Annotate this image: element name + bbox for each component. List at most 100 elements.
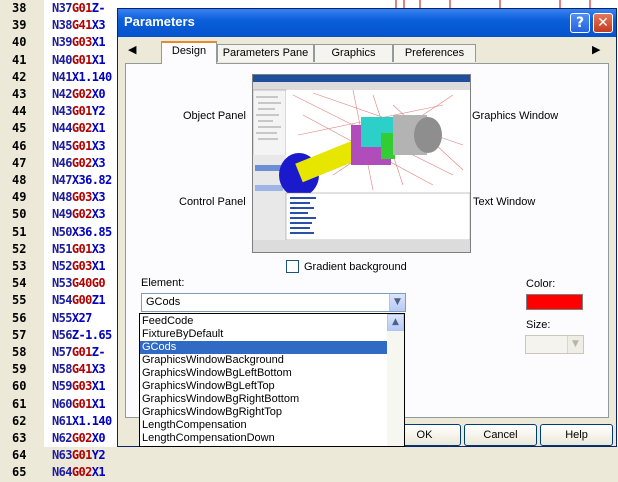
- code-token: N64: [52, 465, 72, 480]
- control-panel-label[interactable]: Control Panel: [179, 196, 246, 208]
- code-text: N54G00Z1: [52, 293, 106, 308]
- code-line[interactable]: 65 N64G02X1: [0, 465, 160, 482]
- line-number: 65: [12, 465, 27, 480]
- gradient-background-checkbox[interactable]: [286, 260, 299, 273]
- object-panel-label[interactable]: Object Panel: [183, 110, 246, 122]
- element-select-value: GCods: [146, 296, 181, 308]
- dialog-titlebar[interactable]: Parameters ? ✕: [118, 9, 616, 37]
- code-token: G01: [71, 241, 92, 256]
- code-token: G00: [71, 293, 92, 308]
- code-token: X1: [91, 259, 106, 273]
- line-number: 45: [12, 121, 27, 136]
- code-text: N49G02X3: [52, 207, 106, 222]
- code-text: N64G02X1: [52, 465, 106, 480]
- code-token: N38: [52, 18, 72, 33]
- chevron-down-icon[interactable]: ▼: [389, 294, 405, 311]
- line-number: 51: [12, 224, 27, 239]
- code-text: N48G03X3: [52, 190, 106, 205]
- cancel-button[interactable]: Cancel: [464, 424, 537, 446]
- tab-parameters-pane[interactable]: Parameters Pane: [217, 44, 314, 62]
- line-number: 40: [12, 35, 27, 50]
- line-number: 49: [12, 190, 27, 205]
- code-text: N61X1.140: [52, 414, 112, 428]
- dropdown-option[interactable]: GraphicsWindowBgLeftBottom: [140, 367, 388, 380]
- code-token: N49: [52, 207, 72, 222]
- dropdown-option[interactable]: LengthCompensationDown: [140, 432, 388, 445]
- code-text: N43G01Y2: [52, 104, 106, 119]
- code-token: G02: [71, 431, 92, 445]
- tab-strip: ◀ Design Parameters Pane Graphics Prefer…: [118, 37, 616, 64]
- chevron-down-icon[interactable]: ▼: [567, 336, 583, 353]
- dropdown-option[interactable]: GraphicsWindowBackground: [140, 354, 388, 367]
- code-token: Y2: [91, 104, 106, 119]
- scroll-up-icon[interactable]: ▲: [387, 314, 404, 331]
- dropdown-option[interactable]: GraphicsWindowBgRightTop: [140, 406, 388, 419]
- element-dropdown-list[interactable]: FeedCode FixtureByDefault GCods GraphicsWin…: [139, 313, 405, 447]
- tab-graphics[interactable]: Graphics: [314, 44, 393, 62]
- code-token: N45: [52, 138, 72, 153]
- dropdown-scrollbar[interactable]: ▲: [387, 314, 404, 446]
- code-text: N39G03X1: [52, 35, 106, 50]
- code-token: X3: [91, 207, 106, 222]
- code-text: N44G02X1: [52, 121, 106, 136]
- code-token: N60: [52, 396, 72, 411]
- help-button[interactable]: Help: [540, 424, 613, 446]
- code-text: N42G02X0: [52, 87, 106, 101]
- code-line[interactable]: 64 N63G01Y2: [0, 448, 160, 465]
- tab-preferences[interactable]: Preferences: [393, 44, 476, 62]
- line-number: 56: [12, 310, 27, 325]
- size-select[interactable]: ▼: [525, 335, 584, 354]
- element-select[interactable]: GCods ▼: [141, 293, 406, 312]
- layout-preview-image[interactable]: [252, 74, 471, 253]
- color-swatch-button[interactable]: [526, 294, 583, 310]
- code-text: N52G03X1: [52, 259, 106, 273]
- line-number: 48: [12, 173, 27, 187]
- code-text: N38G41X3: [52, 18, 106, 33]
- code-token: X3: [91, 362, 106, 377]
- code-token: X1.140: [71, 413, 112, 428]
- code-token: Z-: [91, 345, 106, 359]
- line-number: 58: [12, 345, 27, 359]
- code-text: N40G01X1: [52, 52, 106, 67]
- code-text: N51G01X3: [52, 241, 106, 256]
- line-number: 64: [12, 448, 27, 463]
- dropdown-option[interactable]: GraphicsWindowBgLeftTop: [140, 380, 388, 393]
- graphics-window-label[interactable]: Graphics Window: [472, 110, 558, 122]
- code-token: X1: [91, 465, 106, 480]
- dropdown-option[interactable]: FeedCode: [140, 315, 388, 328]
- tab-scroll-right-icon[interactable]: ▶: [592, 43, 600, 56]
- code-token: X1.140: [71, 69, 112, 84]
- preview-illustration: [253, 75, 470, 252]
- code-token: X3: [91, 241, 106, 256]
- line-number: 59: [12, 362, 27, 377]
- dropdown-option[interactable]: GCods: [140, 341, 388, 354]
- close-button[interactable]: ✕: [593, 13, 613, 33]
- code-token: G02: [71, 155, 92, 170]
- help-title-button[interactable]: ?: [570, 13, 590, 33]
- code-text: N59G03X1: [52, 379, 106, 394]
- color-label: Color:: [526, 278, 556, 290]
- dropdown-option[interactable]: FixtureByDefault: [140, 328, 388, 341]
- code-token: X1: [91, 121, 106, 136]
- code-token: G01: [71, 104, 92, 119]
- tab-scroll-left-icon[interactable]: ◀: [128, 43, 136, 56]
- code-token: N39: [52, 35, 72, 50]
- line-number: 62: [12, 413, 27, 428]
- dropdown-option[interactable]: LengthCompensation: [140, 419, 388, 432]
- code-token: X1: [91, 379, 106, 394]
- code-token: G03: [71, 190, 92, 205]
- line-number: 43: [12, 87, 27, 101]
- dropdown-option[interactable]: GraphicsWindowBgRightBottom: [140, 393, 388, 406]
- gradient-background-label[interactable]: Gradient background: [304, 261, 407, 273]
- line-number: 39: [12, 18, 27, 33]
- code-token: X0: [91, 87, 106, 101]
- code-token: X36.85: [71, 224, 112, 239]
- code-text: N50X36.85: [52, 225, 112, 239]
- code-token: X36.82: [71, 173, 112, 187]
- text-window-label[interactable]: Text Window: [473, 196, 535, 208]
- code-text: N45G01X3: [52, 138, 106, 153]
- line-number: 41: [12, 52, 27, 67]
- tab-design[interactable]: Design: [161, 41, 217, 64]
- code-token: G41: [71, 362, 92, 377]
- code-token: X1: [91, 52, 106, 67]
